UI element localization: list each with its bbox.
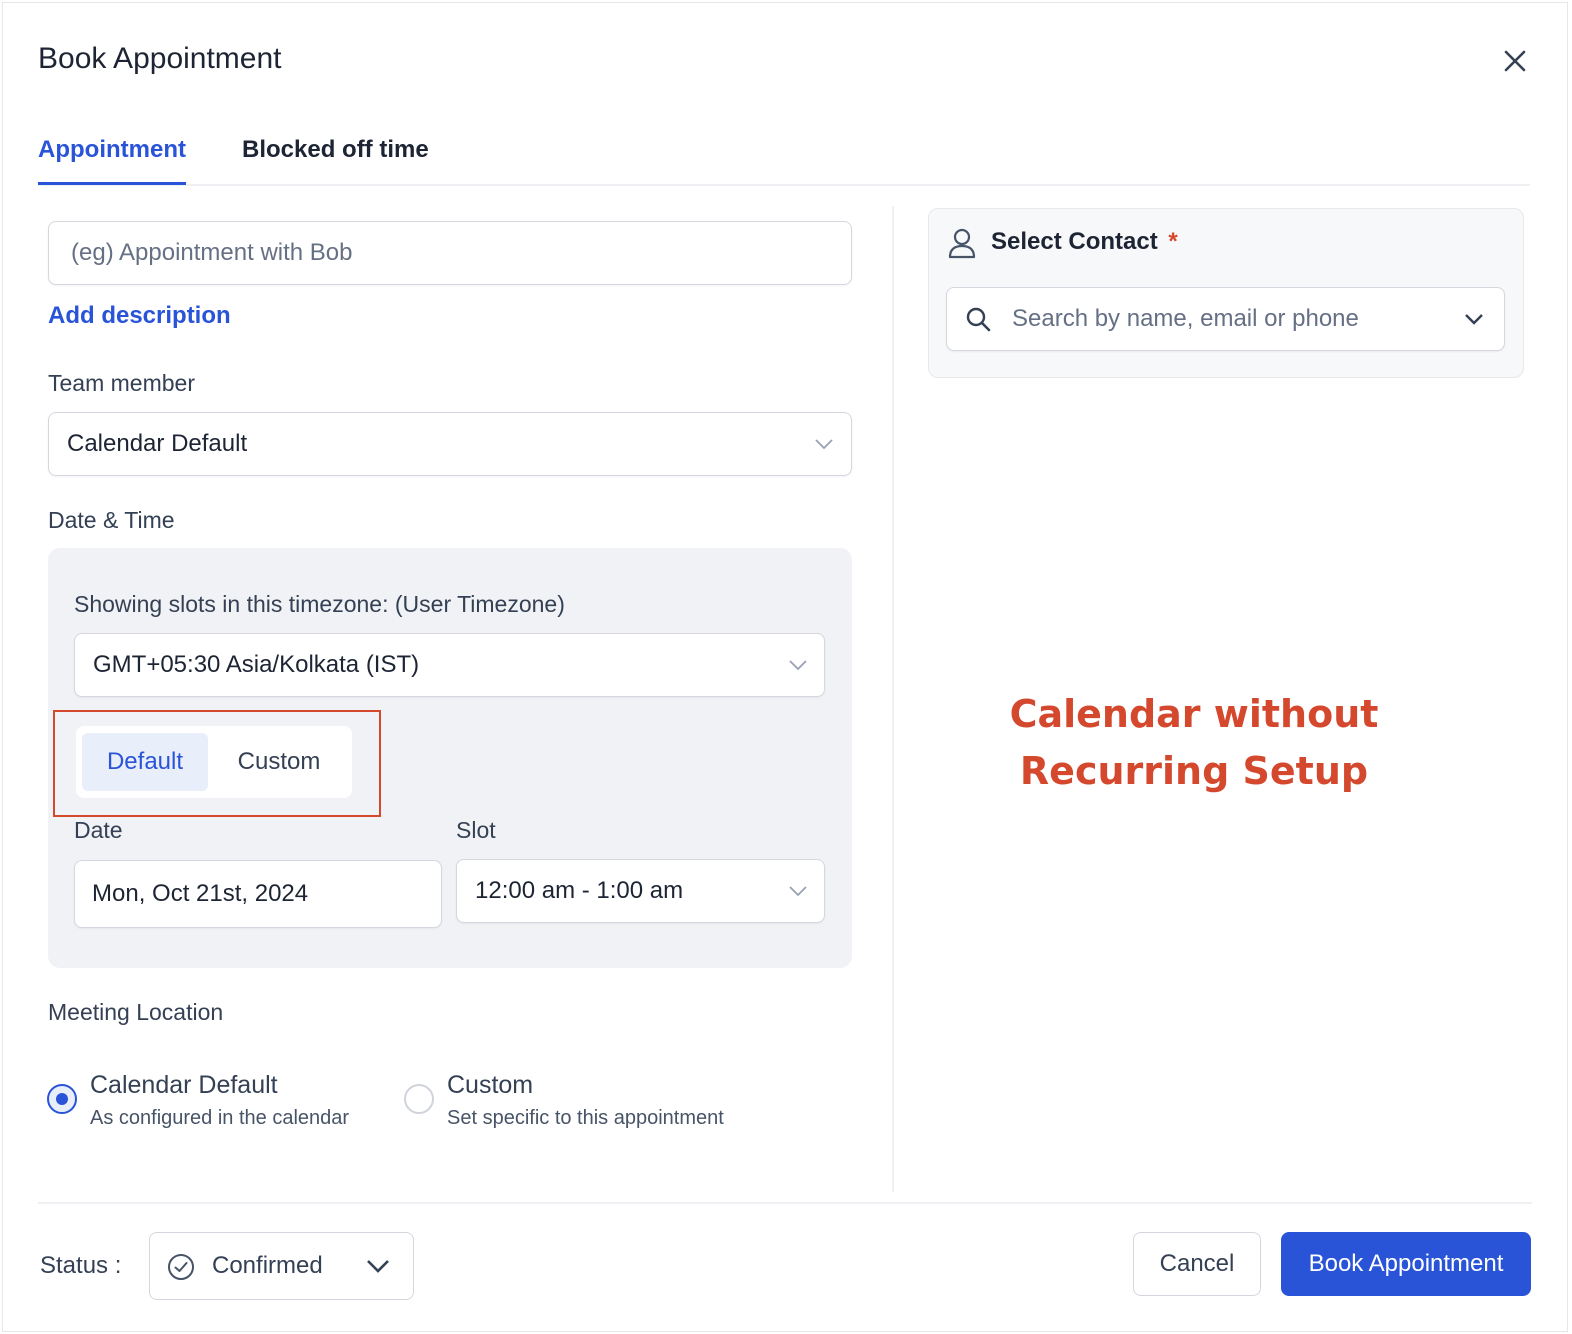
timezone-label: Showing slots in this timezone: (User Ti…	[74, 591, 565, 617]
chevron-down-icon	[815, 439, 833, 450]
close-icon	[1504, 50, 1526, 72]
chevron-down-icon	[789, 660, 807, 671]
date-label: Date	[74, 817, 123, 843]
check-circle-icon	[168, 1254, 194, 1280]
slot-select[interactable]: 12:00 am - 1:00 am	[456, 859, 825, 923]
close-button[interactable]	[1498, 44, 1532, 78]
required-asterisk: *	[1168, 228, 1178, 255]
status-dropdown[interactable]: Confirmed	[149, 1232, 414, 1300]
chevron-down-icon	[367, 1260, 389, 1273]
select-contact-label: Select Contact *	[991, 228, 1178, 256]
annotation-highlight-box	[53, 710, 381, 817]
team-member-select[interactable]: Calendar Default	[48, 412, 852, 476]
add-description-link[interactable]: Add description	[48, 302, 231, 330]
contact-search-placeholder: Search by name, email or phone	[1012, 305, 1359, 332]
status-label: Status :	[40, 1252, 122, 1279]
tab-bar: Appointment Blocked off time	[38, 120, 1530, 186]
team-member-value: Calendar Default	[67, 430, 248, 457]
tab-blocked-off-time[interactable]: Blocked off time	[242, 136, 429, 164]
chevron-down-icon	[1465, 314, 1483, 325]
location-option-title: Calendar Default	[90, 1071, 278, 1099]
location-option-desc: Set specific to this appointment	[447, 1107, 724, 1129]
select-contact-text: Select Contact	[991, 228, 1158, 255]
book-appointment-button[interactable]: Book Appointment	[1281, 1232, 1531, 1296]
location-radio-calendar-default[interactable]	[47, 1084, 77, 1114]
location-radio-custom[interactable]	[404, 1084, 434, 1114]
date-input[interactable]: Mon, Oct 21st, 2024	[74, 860, 442, 928]
meeting-location-label: Meeting Location	[48, 999, 224, 1025]
timezone-value: GMT+05:30 Asia/Kolkata (IST)	[93, 651, 420, 678]
location-option-title: Custom	[447, 1071, 534, 1099]
modal-title: Book Appointment	[38, 42, 282, 75]
timezone-select[interactable]: GMT+05:30 Asia/Kolkata (IST)	[74, 633, 825, 697]
team-member-label: Team member	[48, 370, 195, 396]
column-divider	[892, 206, 894, 1192]
annotation-line-2: Recurring Setup	[1019, 749, 1369, 793]
slot-value: 12:00 am - 1:00 am	[475, 877, 684, 904]
appointment-title-placeholder: (eg) Appointment with Bob	[71, 239, 353, 266]
date-value: Mon, Oct 21st, 2024	[92, 880, 309, 907]
contact-search-input[interactable]: Search by name, email or phone	[946, 287, 1505, 351]
status-value: Confirmed	[212, 1252, 323, 1279]
chevron-down-icon	[789, 886, 807, 897]
footer-divider	[38, 1202, 1532, 1204]
appointment-title-input[interactable]: (eg) Appointment with Bob	[48, 221, 852, 285]
slot-label: Slot	[456, 817, 496, 843]
user-icon	[948, 228, 976, 259]
search-icon	[966, 307, 991, 332]
tab-appointment[interactable]: Appointment	[38, 136, 186, 185]
annotation-line-1: Calendar without	[1009, 692, 1379, 736]
date-time-label: Date & Time	[48, 507, 175, 533]
annotation-text: Calendar without Recurring Setup	[994, 686, 1394, 800]
location-option-desc: As configured in the calendar	[90, 1107, 350, 1129]
cancel-button[interactable]: Cancel	[1133, 1232, 1261, 1296]
